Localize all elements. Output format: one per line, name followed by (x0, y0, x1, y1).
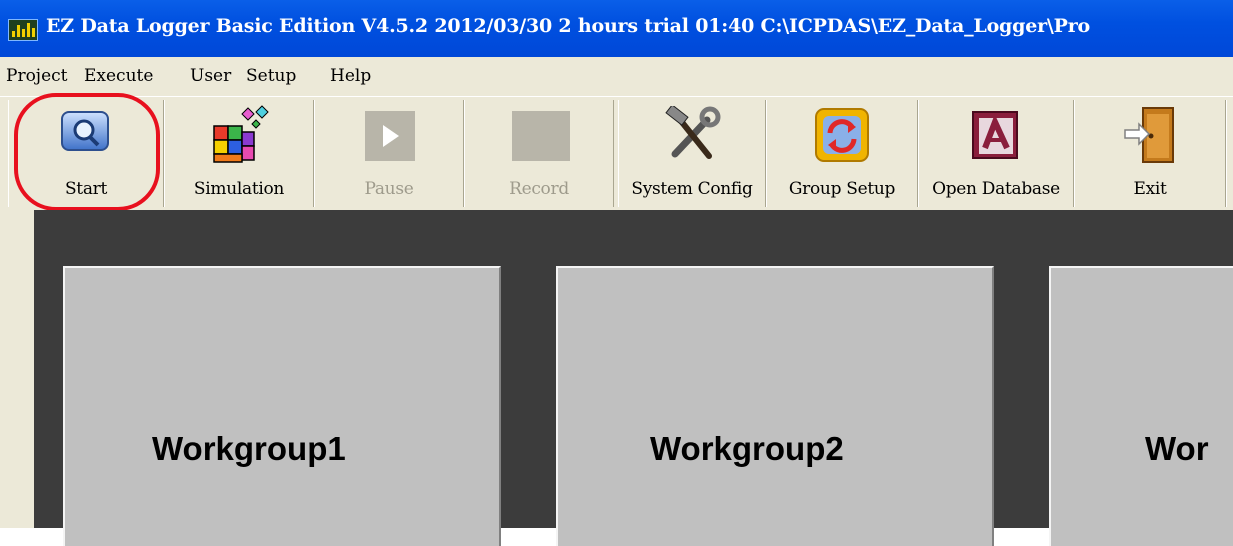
menu-setup[interactable]: Setup (246, 66, 296, 86)
workgroup-tile-1[interactable]: Workgroup1 (63, 266, 501, 546)
exit-label: Exit (1133, 179, 1167, 199)
database-icon (972, 111, 1018, 159)
pause-button[interactable]: Pause (314, 100, 464, 207)
workgroup-label: Wor (1145, 430, 1209, 467)
window-title: EZ Data Logger Basic Edition V4.5.2 2012… (46, 15, 1091, 37)
toolbar-overflow (1226, 100, 1233, 207)
simulation-button[interactable]: Simulation (164, 100, 314, 207)
menu-bar: Project Execute User Setup Help (0, 57, 1233, 97)
menu-execute[interactable]: Execute (84, 66, 153, 86)
group-setup-icon (815, 108, 869, 162)
open-database-button[interactable]: Open Database (918, 100, 1074, 207)
system-config-label: System Config (631, 179, 753, 199)
exit-button[interactable]: Exit (1074, 100, 1226, 207)
group-setup-button[interactable]: Group Setup (766, 100, 918, 207)
title-bar: EZ Data Logger Basic Edition V4.5.2 2012… (0, 0, 1233, 57)
menu-help[interactable]: Help (330, 66, 371, 86)
menu-user[interactable]: User (190, 66, 231, 86)
menu-project[interactable]: Project (6, 66, 67, 86)
exit-icon (1124, 107, 1174, 163)
simulation-label: Simulation (193, 179, 285, 199)
pause-icon (365, 111, 415, 161)
pause-label: Pause (364, 179, 414, 199)
workgroup-tile-2[interactable]: Workgroup2 (556, 266, 994, 546)
simulation-icon (213, 105, 269, 163)
workspace: Workgroup1 Workgroup2 Wor (0, 210, 1233, 546)
system-config-button[interactable]: System Config (618, 100, 766, 207)
record-icon (512, 111, 570, 161)
app-icon[interactable] (8, 19, 38, 41)
start-label: Start (64, 179, 108, 199)
toolbar: Start Simulation Pause Record System Con… (0, 96, 1233, 211)
record-label: Record (509, 179, 569, 199)
workgroup-label: Workgroup1 (152, 430, 346, 467)
start-button[interactable]: Start (8, 100, 164, 207)
tools-icon (665, 106, 721, 159)
start-icon (61, 111, 109, 151)
workgroup-label: Workgroup2 (650, 430, 844, 467)
group-setup-label: Group Setup (788, 179, 896, 199)
workgroup-canvas: Workgroup1 Workgroup2 Wor (34, 210, 1233, 546)
record-button[interactable]: Record (464, 100, 614, 207)
workgroup-tile-3[interactable]: Wor (1049, 266, 1233, 546)
open-database-label: Open Database (932, 179, 1060, 199)
